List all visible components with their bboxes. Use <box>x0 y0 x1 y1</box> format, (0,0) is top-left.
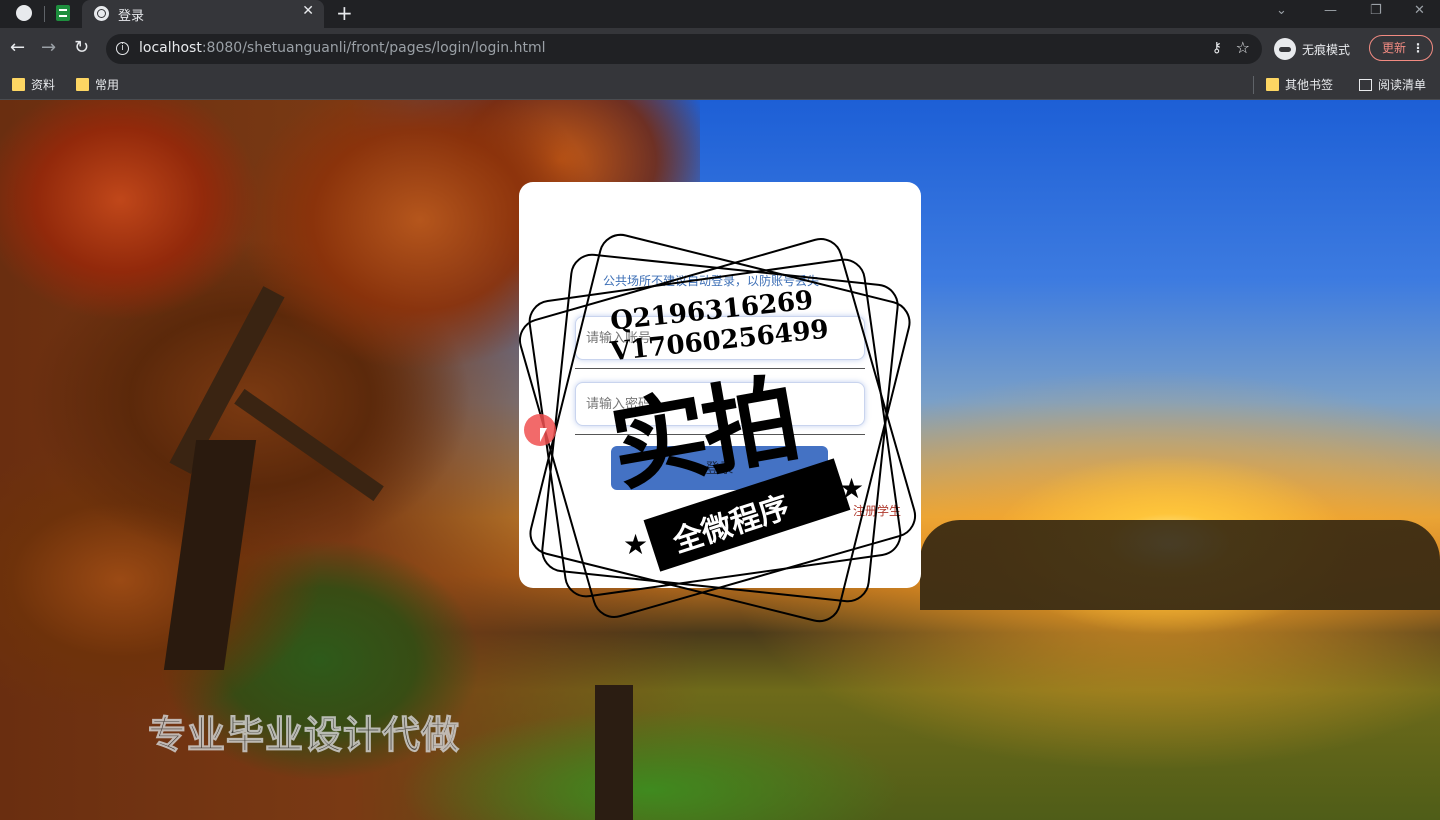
incognito-indicator[interactable]: 无痕模式 <box>1274 35 1350 63</box>
bookmark-label: 常用 <box>95 78 120 92</box>
folder-icon <box>1266 78 1279 91</box>
fence-post <box>595 685 633 820</box>
tab-title: 登录 <box>118 9 145 24</box>
reading-list[interactable]: 阅读清单 <box>1359 76 1426 93</box>
globe-icon[interactable] <box>16 5 32 21</box>
username-field[interactable] <box>575 316 865 360</box>
tab-strip: 登录 ✕ + ⌄ — ❐ ✕ <box>0 0 1440 28</box>
reading-list-icon <box>1359 78 1372 91</box>
forward-button[interactable]: → <box>41 37 56 58</box>
background-grass <box>400 700 900 820</box>
password-field[interactable] <box>575 382 865 426</box>
bookmark-label: 资料 <box>31 78 56 92</box>
bookmarks-bar: 资料 常用 其他书签 阅读清单 <box>0 70 1440 100</box>
field-divider <box>575 434 865 435</box>
bookmark-folder[interactable]: 常用 <box>76 76 119 93</box>
background-treeline <box>920 520 1440 610</box>
minimize-button[interactable]: — <box>1324 3 1337 18</box>
username-input[interactable] <box>576 317 864 359</box>
login-card: 公共场所不建议自动登录，以防账号丢失 登录 注册学生 <box>519 182 921 588</box>
reading-list-label: 阅读清单 <box>1378 78 1427 92</box>
tab-separator <box>44 6 45 22</box>
update-label: 更新 <box>1382 41 1407 55</box>
star-icon[interactable]: ☆ <box>1236 38 1250 57</box>
folder-icon <box>12 78 25 91</box>
field-divider <box>575 368 865 369</box>
update-button[interactable]: 更新 ⋮ <box>1369 35 1433 61</box>
browser-toolbar: ← → ↻ i localhost:8080/shetuanguanli/fro… <box>0 28 1440 70</box>
url-text[interactable]: localhost:8080/shetuanguanli/front/pages… <box>139 40 545 56</box>
register-link[interactable]: 注册学生 <box>853 502 901 519</box>
chevron-down-icon[interactable]: ⌄ <box>1276 3 1287 18</box>
close-window-button[interactable]: ✕ <box>1414 3 1425 18</box>
other-bookmarks-label: 其他书签 <box>1285 78 1334 92</box>
new-tab-button[interactable]: + <box>336 1 353 25</box>
bookmark-folder[interactable]: 资料 <box>12 76 55 93</box>
restore-button[interactable]: ❐ <box>1370 3 1382 18</box>
cursor-icon <box>540 428 547 442</box>
tab-login[interactable]: 登录 ✕ <box>82 0 324 28</box>
address-bar[interactable]: i localhost:8080/shetuanguanli/front/pag… <box>106 34 1262 64</box>
login-button[interactable]: 登录 <box>611 446 828 490</box>
more-icon: ⋮ <box>1412 41 1424 55</box>
bookmark-separator <box>1253 76 1254 94</box>
reload-button[interactable]: ↻ <box>74 37 89 58</box>
globe-icon <box>94 6 109 21</box>
back-button[interactable]: ← <box>10 37 25 58</box>
close-icon[interactable]: ✕ <box>302 3 314 19</box>
login-tip: 公共场所不建议自动登录，以防账号丢失 <box>603 274 820 288</box>
key-icon[interactable]: ⚷ <box>1212 40 1222 56</box>
sheet-app-icon[interactable] <box>56 5 70 21</box>
password-input[interactable] <box>576 383 864 425</box>
other-bookmarks[interactable]: 其他书签 <box>1266 76 1333 93</box>
incognito-label: 无痕模式 <box>1302 42 1351 57</box>
info-icon[interactable]: i <box>116 42 129 55</box>
bottom-watermark: 专业毕业设计代做 <box>147 713 461 758</box>
incognito-icon <box>1274 38 1296 60</box>
folder-icon <box>76 78 89 91</box>
